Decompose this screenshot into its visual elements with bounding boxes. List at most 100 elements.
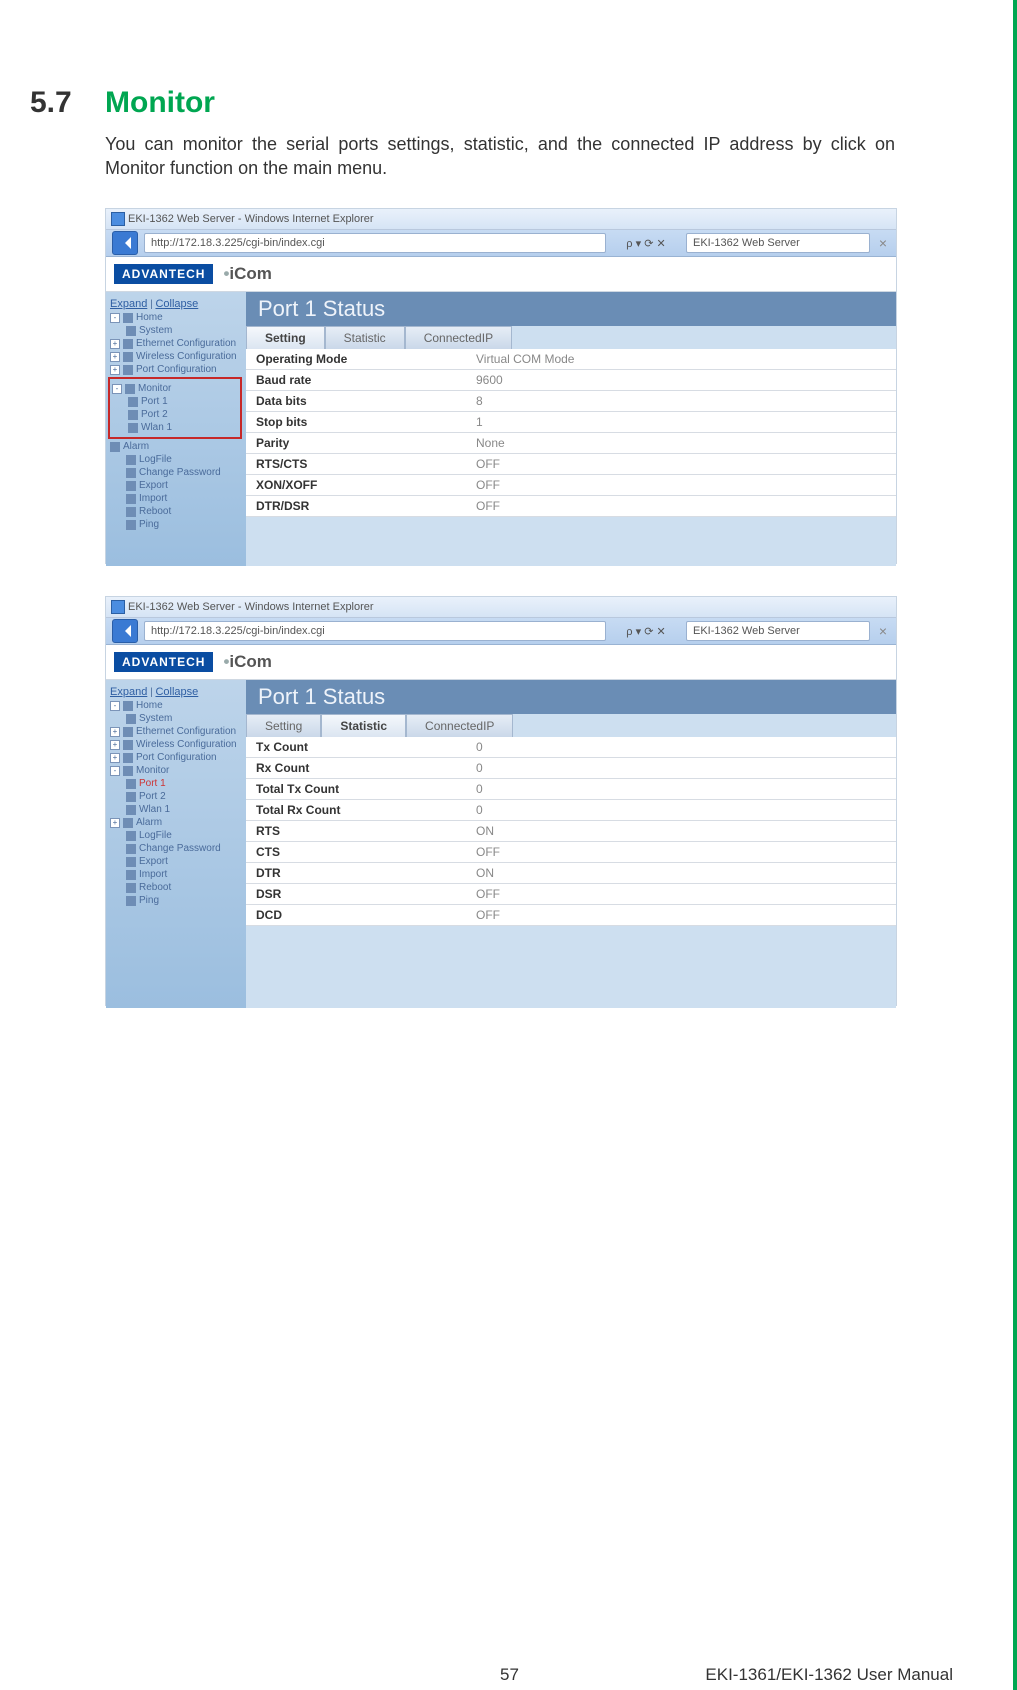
advantech-logo: ADVANTECH	[114, 264, 213, 284]
wlan-icon	[128, 423, 138, 433]
sidebar-item-export[interactable]: Export	[126, 480, 242, 491]
manual-name: EKI-1361/EKI-1362 User Manual	[705, 1665, 953, 1685]
sidebar-item-reboot[interactable]: Reboot	[126, 882, 242, 893]
browser-tab[interactable]: EKI-1362 Web Server	[686, 233, 870, 253]
sidebar-item-port2[interactable]: Port 2	[126, 791, 242, 802]
back-button[interactable]	[112, 619, 138, 643]
sidebar-item-wireless[interactable]: +Wireless Configuration	[110, 351, 242, 362]
statistic-table: Tx Count0 Rx Count0 Total Tx Count0 Tota…	[246, 737, 896, 926]
body-text: You can monitor the serial ports setting…	[105, 132, 895, 181]
sidebar-item-alarm[interactable]: +Alarm	[110, 817, 242, 828]
sidebar-item-monitor[interactable]: -Monitor	[110, 765, 242, 776]
page-icon	[126, 507, 136, 517]
address-bar[interactable]: http://172.18.3.225/cgi-bin/index.cgi	[144, 233, 606, 253]
sidebar-item-change-password[interactable]: Change Password	[126, 467, 242, 478]
port-icon	[126, 779, 136, 789]
expand-link[interactable]: Expand	[110, 686, 147, 698]
sidebar-expand-collapse[interactable]: Expand | Collapse	[110, 686, 242, 698]
sidebar-item-import[interactable]: Import	[126, 493, 242, 504]
page-number: 57	[500, 1665, 519, 1685]
icom-logo: •iCom	[223, 652, 271, 672]
table-row: Tx Count0	[246, 737, 896, 758]
tab-statistic[interactable]: Statistic	[321, 714, 406, 737]
tab-connectedip[interactable]: ConnectedIP	[406, 714, 513, 737]
page-icon	[126, 455, 136, 465]
tab-statistic[interactable]: Statistic	[325, 326, 405, 349]
folder-icon	[123, 818, 133, 828]
logo-bar: ADVANTECH •iCom	[106, 645, 896, 680]
sidebar-item-port2[interactable]: Port 2	[128, 409, 238, 420]
page-icon	[126, 468, 136, 478]
page-icon	[126, 481, 136, 491]
port-icon	[126, 792, 136, 802]
expand-link[interactable]: Expand	[110, 298, 147, 310]
sidebar-item-wireless[interactable]: +Wireless Configuration	[110, 739, 242, 750]
sidebar-item-system[interactable]: System	[126, 325, 242, 336]
advantech-logo: ADVANTECH	[114, 652, 213, 672]
table-row: RTS/CTSOFF	[246, 454, 896, 475]
sidebar-item-logfile[interactable]: LogFile	[126, 454, 242, 465]
sidebar-item-home[interactable]: -Home	[110, 700, 242, 711]
folder-icon	[123, 313, 133, 323]
folder-icon	[123, 766, 133, 776]
sidebar-item-reboot[interactable]: Reboot	[126, 506, 242, 517]
sidebar-item-port1[interactable]: Port 1	[128, 396, 238, 407]
tab-setting[interactable]: Setting	[246, 326, 325, 349]
sidebar: Expand | Collapse -Home System +Ethernet…	[106, 292, 246, 566]
sidebar-item-logfile[interactable]: LogFile	[126, 830, 242, 841]
table-row: ParityNone	[246, 433, 896, 454]
folder-icon	[123, 740, 133, 750]
table-row: CTSOFF	[246, 842, 896, 863]
sidebar-item-change-password[interactable]: Change Password	[126, 843, 242, 854]
page-icon	[126, 857, 136, 867]
sidebar-item-port1[interactable]: Port 1	[126, 778, 242, 789]
sidebar-item-home[interactable]: -Home	[110, 312, 242, 323]
settings-table: Operating ModeVirtual COM Mode Baud rate…	[246, 349, 896, 517]
tab-row: Setting Statistic ConnectedIP	[246, 714, 896, 737]
sidebar-item-ping[interactable]: Ping	[126, 519, 242, 530]
address-controls[interactable]: ρ ▾ ⟳ ✕	[612, 237, 680, 250]
tab-row: Setting Statistic ConnectedIP	[246, 326, 896, 349]
icom-logo: •iCom	[223, 264, 271, 284]
folder-icon	[123, 339, 133, 349]
sidebar-item-wlan1[interactable]: Wlan 1	[128, 422, 238, 433]
sidebar-expand-collapse[interactable]: Expand | Collapse	[110, 298, 242, 310]
page-icon	[126, 326, 136, 336]
sidebar-item-ethernet[interactable]: +Ethernet Configuration	[110, 338, 242, 349]
sidebar-item-alarm[interactable]: Alarm	[110, 441, 242, 452]
sidebar-item-ping[interactable]: Ping	[126, 895, 242, 906]
section-title: Monitor	[105, 86, 215, 120]
close-tab-icon[interactable]: ×	[876, 235, 890, 251]
table-row: Rx Count0	[246, 758, 896, 779]
content-area: Port 1 Status Setting Statistic Connecte…	[246, 680, 896, 1008]
table-row: DSROFF	[246, 884, 896, 905]
sidebar-item-ethernet[interactable]: +Ethernet Configuration	[110, 726, 242, 737]
tab-setting[interactable]: Setting	[246, 714, 321, 737]
folder-icon	[123, 727, 133, 737]
page-icon	[126, 831, 136, 841]
table-row: Baud rate9600	[246, 370, 896, 391]
page-icon	[126, 883, 136, 893]
back-button[interactable]	[112, 231, 138, 255]
page-icon	[126, 896, 136, 906]
folder-icon	[123, 753, 133, 763]
tab-connectedip[interactable]: ConnectedIP	[405, 326, 512, 349]
browser-tab[interactable]: EKI-1362 Web Server	[686, 621, 870, 641]
sidebar-item-port-config[interactable]: +Port Configuration	[110, 364, 242, 375]
port-icon	[128, 397, 138, 407]
close-tab-icon[interactable]: ×	[876, 623, 890, 639]
sidebar-item-export[interactable]: Export	[126, 856, 242, 867]
table-row: Total Rx Count0	[246, 800, 896, 821]
sidebar-item-monitor[interactable]: -Monitor	[112, 383, 238, 394]
collapse-link[interactable]: Collapse	[155, 298, 198, 310]
sidebar-item-port-config[interactable]: +Port Configuration	[110, 752, 242, 763]
sidebar-item-wlan1[interactable]: Wlan 1	[126, 804, 242, 815]
collapse-link[interactable]: Collapse	[155, 686, 198, 698]
sidebar-item-import[interactable]: Import	[126, 869, 242, 880]
sidebar-item-system[interactable]: System	[126, 713, 242, 724]
address-controls[interactable]: ρ ▾ ⟳ ✕	[612, 625, 680, 638]
address-bar[interactable]: http://172.18.3.225/cgi-bin/index.cgi	[144, 621, 606, 641]
table-row: Data bits8	[246, 391, 896, 412]
folder-icon	[123, 365, 133, 375]
sidebar: Expand | Collapse -Home System +Ethernet…	[106, 680, 246, 1008]
